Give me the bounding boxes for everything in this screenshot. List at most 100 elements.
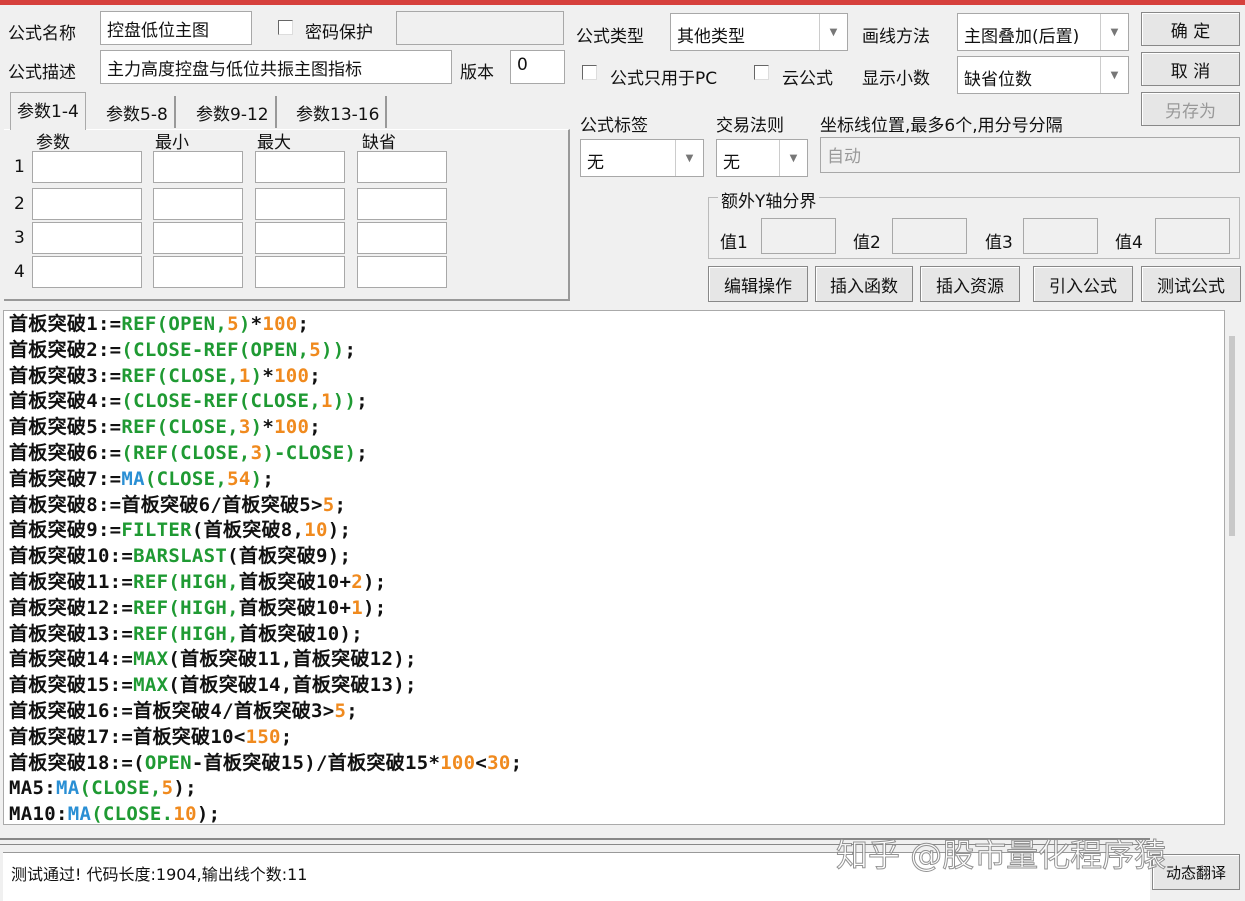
code-token: MA10: (9, 803, 68, 825)
param-缺省-input-1[interactable] (357, 151, 447, 183)
code-line: 首板突破12:=REF(HIGH,首板突破10+1); (9, 596, 1224, 622)
pc-only-checkbox[interactable] (582, 65, 597, 80)
chevron-down-icon[interactable]: ▼ (1100, 14, 1128, 50)
param-缺省-input-3[interactable] (357, 222, 447, 254)
code-token: (首板突破8, (191, 519, 305, 542)
insert-function-button[interactable]: 插入函数 (815, 266, 913, 302)
pc-only-label: 公式只用于PC (610, 69, 718, 89)
chevron-down-icon[interactable]: ▼ (779, 140, 807, 176)
test-formula-button[interactable]: 测试公式 (1141, 266, 1241, 302)
cancel-button[interactable]: 取 消 (1141, 52, 1240, 86)
code-token: 首板突破12:= (9, 596, 134, 619)
param-参数-input-3[interactable] (32, 222, 142, 254)
param-最大-input-4[interactable] (255, 256, 345, 288)
param-row-number: 2 (14, 194, 25, 214)
param-缺省-input-4[interactable] (357, 256, 447, 288)
formula-tag-select[interactable]: 无 ▼ (580, 139, 704, 177)
chevron-down-icon[interactable]: ▼ (1100, 57, 1128, 93)
param-缺省-input-2[interactable] (357, 188, 447, 220)
y-value-2-input[interactable] (892, 218, 967, 254)
code-line: 首板突破7:=MA(CLOSE,54); (9, 467, 1224, 493)
save-as-button[interactable]: 另存为 (1141, 92, 1240, 126)
param-最小-input-4[interactable] (153, 256, 243, 288)
code-token: 首板突破13:= (9, 622, 134, 645)
password-checkbox[interactable] (278, 20, 293, 35)
axis-position-label: 坐标线位置,最多6个,用分号分隔 (820, 116, 1063, 136)
y-value-3-input[interactable] (1023, 218, 1098, 254)
code-token: 首板突破8:=首板突破6/首板突破5> (9, 493, 323, 516)
password-input[interactable] (396, 11, 564, 45)
code-token: 首板突破2:= (9, 338, 122, 361)
decimal-select[interactable]: 缺省位数 ▼ (957, 56, 1129, 94)
chevron-down-icon[interactable]: ▼ (675, 140, 703, 176)
decimal-value: 缺省位数 (964, 70, 1032, 90)
code-token: 首板突破9:= (9, 519, 122, 542)
code-line: 首板突破9:=FILTER(首板突破8,10); (9, 518, 1224, 544)
param-最大-input-2[interactable] (255, 188, 345, 220)
formula-name-label: 公式名称 (8, 24, 76, 44)
insert-resource-button[interactable]: 插入资源 (920, 266, 1020, 302)
code-token: REF(OPEN, (121, 313, 228, 335)
param-最小-input-1[interactable] (153, 151, 243, 183)
param-参数-input-1[interactable] (32, 151, 142, 183)
code-token: 100 (440, 751, 476, 774)
cloud-checkbox[interactable] (754, 65, 769, 80)
code-line: 首板突破6:=(REF(CLOSE,3)-CLOSE); (9, 441, 1224, 467)
code-token: 5 (334, 699, 347, 722)
code-token: (首板突破9); (227, 545, 352, 568)
code-token: 3 (238, 416, 251, 439)
code-token: < (475, 751, 488, 774)
tab-params-1-4[interactable]: 参数1-4 (10, 92, 86, 130)
param-最大-input-1[interactable] (255, 151, 345, 183)
code-token: )) (321, 338, 345, 361)
code-token: 100 (274, 416, 310, 439)
code-token: ) (250, 467, 263, 490)
code-token: 首板突破7:= (9, 467, 122, 490)
tab-params-9-12[interactable]: 参数9-12 (190, 96, 277, 128)
scrollbar-thumb[interactable] (1229, 336, 1235, 536)
param-最大-input-3[interactable] (255, 222, 345, 254)
code-token: REF(HIGH, (133, 596, 239, 619)
code-editor[interactable]: 首板突破1:=REF(OPEN,5)*100; 首板突破2:=(CLOSE-REF… (3, 310, 1225, 825)
param-最小-input-2[interactable] (153, 188, 243, 220)
import-formula-button[interactable]: 引入公式 (1033, 266, 1133, 302)
ok-button[interactable]: 确 定 (1141, 12, 1240, 46)
code-token: 首板突破17:=首板突破10< (9, 725, 246, 748)
code-token: ); (173, 777, 197, 800)
code-token: ; (356, 441, 368, 464)
code-token: ) (250, 364, 263, 387)
code-token: ; (280, 725, 293, 748)
code-token: MA (67, 803, 92, 825)
formula-name-input[interactable]: 控盘低位主图 (100, 11, 252, 45)
code-token: MAX (133, 674, 169, 697)
version-input[interactable]: 0 (510, 50, 565, 84)
code-line: 首板突破4:=(CLOSE-REF(CLOSE,1)); (9, 389, 1224, 415)
y-value-4-input[interactable] (1155, 218, 1230, 254)
axis-position-input[interactable]: 自动 (820, 137, 1240, 173)
formula-type-select[interactable]: 其他类型 ▼ (670, 13, 848, 51)
draw-method-select[interactable]: 主图叠加(后置) ▼ (957, 13, 1129, 51)
formula-type-value: 其他类型 (677, 27, 745, 47)
code-token: (CLOSE. (91, 803, 174, 825)
y-value-1-input[interactable] (761, 218, 836, 254)
code-line: 首板突破8:=首板突破6/首板突破5>5; (9, 493, 1224, 519)
param-参数-input-4[interactable] (32, 256, 142, 288)
code-token: 1 (320, 390, 333, 413)
param-参数-input-2[interactable] (32, 188, 142, 220)
tab-params-13-16[interactable]: 参数13-16 (290, 96, 388, 128)
draw-method-value: 主图叠加(后置) (964, 27, 1080, 47)
chevron-down-icon[interactable]: ▼ (819, 14, 847, 50)
param-最小-input-3[interactable] (153, 222, 243, 254)
code-token: ); (362, 570, 387, 593)
code-token: 10 (304, 519, 328, 542)
code-token: 首板突破1:= (9, 313, 122, 335)
trade-rule-select[interactable]: 无 ▼ (716, 139, 808, 177)
code-token: 首板突破11:= (9, 570, 134, 593)
y-axis-group-title: 额外Y轴分界 (718, 187, 820, 212)
code-token: 首板突破5:= (9, 416, 122, 439)
code-token: 54 (227, 467, 251, 490)
tab-params-5-8[interactable]: 参数5-8 (100, 96, 176, 128)
formula-desc-input[interactable]: 主力高度控盘与低位共振主图指标 (100, 50, 452, 84)
edit-operation-button[interactable]: 编辑操作 (708, 266, 808, 302)
y-value-4-label: 值4 (1115, 233, 1143, 253)
